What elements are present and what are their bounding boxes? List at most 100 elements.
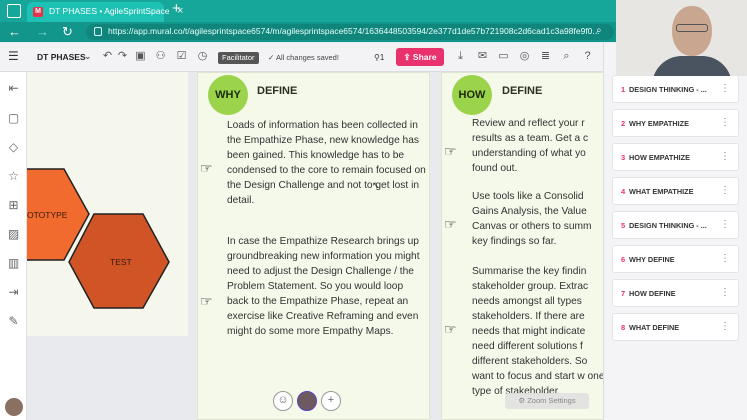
sticky-note-icon[interactable]: ▢ — [7, 112, 20, 125]
panel-paragraph: Use tools like a Consolid Gains Analysis… — [472, 191, 592, 247]
back-arrow-icon[interactable]: ← — [8, 24, 21, 39]
mural-title[interactable]: DT PHASES — [37, 52, 86, 62]
outline-item[interactable]: 3 HOW EMPATHIZE ⋮ — [612, 143, 739, 171]
pointing-hand-icon: ☞ — [200, 160, 213, 176]
webcam-overlay — [616, 0, 747, 76]
outline-item[interactable]: 8 WHAT DEFINE ⋮ — [612, 313, 739, 341]
outline-item-label: WHY EMPATHIZE — [629, 119, 689, 128]
pointing-hand-icon: ☞ — [444, 321, 457, 337]
outline-item-number: 2 — [621, 119, 626, 128]
panel-heading: DEFINE — [502, 85, 543, 97]
outline-item-number: 1 — [621, 85, 626, 94]
pointing-hand-icon: ☞ — [444, 143, 457, 159]
avatar[interactable] — [5, 398, 23, 416]
undo-icon[interactable]: ↶ — [101, 50, 114, 63]
how-define-panel: HOW DEFINE ☞ ☞ ☞ Review and reflect your… — [441, 72, 603, 420]
address-bar[interactable]: https://app.mural.co/t/agilesprintspace6… — [86, 24, 614, 40]
browser-nav-bar: ← → ↻ https://app.mural.co/t/agilesprint… — [0, 22, 616, 42]
outline-item-label: HOW DEFINE — [629, 289, 676, 298]
more-options-icon[interactable]: ⋮ — [720, 117, 730, 128]
phases-area: OTOTYPE TEST — [27, 72, 188, 336]
vote-icon[interactable]: ☑ — [175, 50, 188, 63]
outline-item[interactable]: 5 DESIGN THINKING - ... ⋮ — [612, 211, 739, 239]
import-icon[interactable]: ⇥ — [7, 286, 20, 299]
panel-paragraph: Loads of information has been collected … — [227, 120, 426, 206]
outline-item[interactable]: 2 WHY EMPATHIZE ⋮ — [612, 109, 739, 137]
url-text: https://app.mural.co/t/agilesprintspace6… — [108, 26, 600, 36]
more-options-icon[interactable]: ⋮ — [720, 185, 730, 196]
add-collaborator-button[interactable]: + — [321, 391, 341, 411]
outline-item-number: 5 — [621, 221, 626, 230]
new-tab-button[interactable]: + — [172, 0, 181, 17]
panel-heading: DEFINE — [257, 85, 298, 97]
outline-item-number: 3 — [621, 153, 626, 162]
why-define-panel: WHY DEFINE ☞ ☞ Loads of information has … — [197, 72, 430, 420]
image-icon[interactable]: ▨ — [7, 228, 20, 241]
activity-icon[interactable]: ◎ — [518, 50, 531, 63]
outline-item[interactable]: 1 DESIGN THINKING - ... ⋮ — [612, 75, 739, 103]
save-status: ✓ All changes saved! — [268, 53, 339, 62]
avatar[interactable] — [297, 391, 317, 411]
presenter-glasses — [676, 24, 708, 32]
outline-item[interactable]: 6 WHY DEFINE ⋮ — [612, 245, 739, 273]
outline-item-number: 7 — [621, 289, 626, 298]
outline-item-label: WHAT EMPATHIZE — [629, 187, 694, 196]
more-options-icon[interactable]: ⋮ — [720, 83, 730, 94]
outline-icon[interactable]: ≣ — [539, 50, 552, 63]
facilitator-badge[interactable]: Facilitator — [218, 52, 259, 64]
user-count[interactable]: ⚲1 — [374, 53, 384, 62]
share-label: Share — [412, 52, 437, 62]
chevron-down-icon[interactable]: ⌄ — [84, 51, 92, 62]
outline-panel: 1 DESIGN THINKING - ... ⋮ 2 WHY EMPATHIZE ⋮ … — [603, 43, 747, 420]
panel-paragraph: In case the Empathize Research brings up… — [227, 236, 420, 337]
pointing-hand-icon: ☞ — [444, 216, 457, 232]
chat-icon[interactable]: ✉ — [476, 50, 489, 63]
help-icon[interactable]: ? — [581, 50, 594, 63]
more-options-icon[interactable]: ⋮ — [720, 287, 730, 298]
collapse-icon[interactable]: ⇤ — [7, 82, 20, 95]
more-options-icon[interactable]: ⋮ — [720, 219, 730, 230]
more-options-icon[interactable]: ⋮ — [720, 151, 730, 162]
pointing-hand-icon: ☞ — [200, 293, 213, 309]
more-options-icon[interactable]: ⋮ — [720, 253, 730, 264]
browser-tab[interactable]: M DT PHASES • AgileSprintSpace × — [27, 2, 183, 22]
outline-item-number: 6 — [621, 255, 626, 264]
star-icon[interactable]: ☆ — [7, 170, 20, 183]
search-icon[interactable]: ⌕ — [560, 50, 573, 63]
pen-icon[interactable]: ✎ — [7, 315, 20, 328]
how-badge: HOW — [452, 75, 492, 115]
outline-item-number: 8 — [621, 323, 626, 332]
mouse-cursor-icon: ↖ — [372, 180, 380, 190]
outline-item-label: DESIGN THINKING - ... — [629, 221, 707, 230]
window-menu-icon[interactable] — [7, 4, 21, 18]
outline-item-label: WHY DEFINE — [629, 255, 675, 264]
download-icon[interactable]: ⤓ — [454, 50, 467, 63]
zoom-settings-label: Zoom Settings — [527, 396, 576, 405]
user-count-value: 1 — [379, 53, 385, 62]
more-options-icon[interactable]: ⋮ — [720, 321, 730, 332]
shapes-icon[interactable]: ◇ — [7, 141, 20, 154]
outline-item-label: HOW EMPATHIZE — [629, 153, 690, 162]
outline-item-number: 4 — [621, 187, 626, 196]
library-icon[interactable]: ▥ — [7, 257, 20, 270]
reload-icon[interactable]: ↻ — [62, 24, 73, 40]
frameworks-icon[interactable]: ⊞ — [7, 199, 20, 212]
smiley-icon[interactable]: ☺ — [273, 391, 293, 411]
mural-canvas[interactable]: OTOTYPE TEST WHY DEFINE ☞ ☞ Loads of inf… — [27, 72, 603, 420]
presenter-body — [652, 56, 732, 76]
hexagon-label-prototype: OTOTYPE — [27, 210, 68, 220]
forward-arrow-icon[interactable]: → — [36, 24, 49, 39]
share-button[interactable]: ⇪ Share — [396, 48, 444, 66]
people-icon[interactable]: ⚇ — [154, 50, 167, 63]
left-toolbar: ⇤ ▢ ◇ ☆ ⊞ ▨ ▥ ⇥ ✎ — [0, 72, 27, 420]
search-icon[interactable]: ⌕ — [596, 25, 602, 36]
comment-icon[interactable]: ▣ — [134, 50, 147, 63]
panel-paragraph: Summarise the key findin stakeholder gro… — [472, 266, 603, 397]
outline-item[interactable]: 7 HOW DEFINE ⋮ — [612, 279, 739, 307]
comments-icon[interactable]: ▭ — [497, 50, 510, 63]
zoom-settings-button[interactable]: ⚙ Zoom Settings — [505, 393, 589, 409]
redo-icon[interactable]: ↷ — [116, 50, 129, 63]
outline-item[interactable]: 4 WHAT EMPATHIZE ⋮ — [612, 177, 739, 205]
timer-icon[interactable]: ◷ — [196, 50, 209, 63]
exit-icon[interactable]: ☰ — [8, 50, 20, 62]
